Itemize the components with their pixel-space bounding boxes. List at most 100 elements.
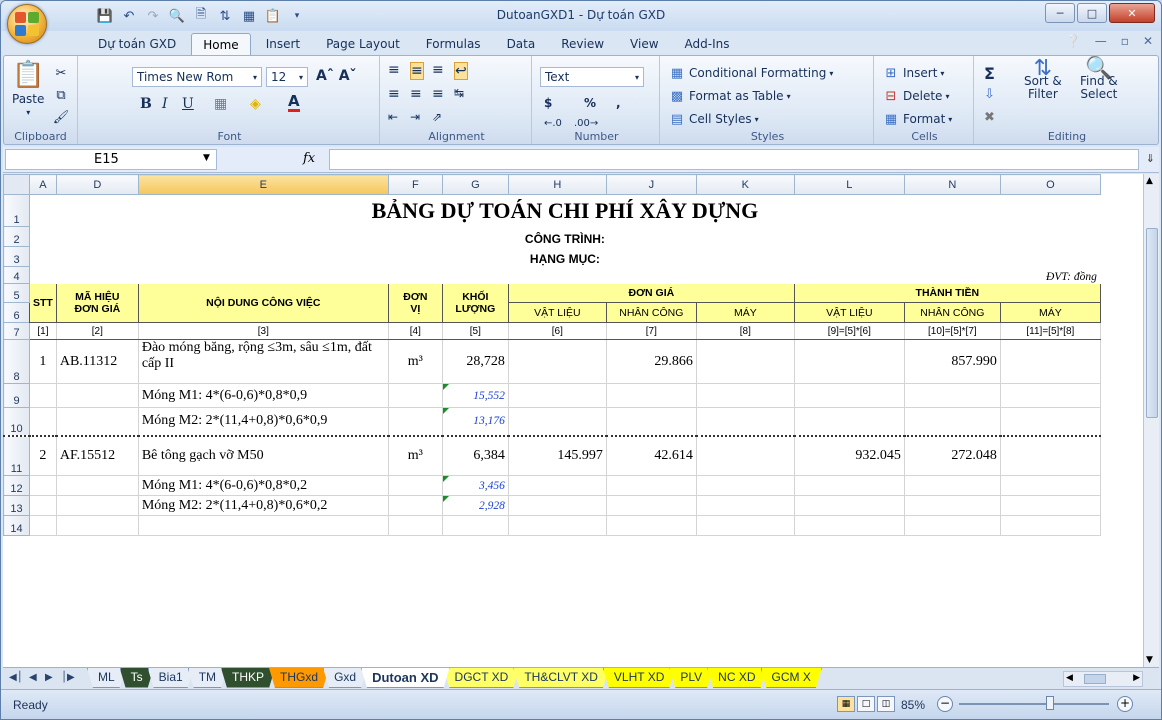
sort-filter-button[interactable]: ⇅ Sort & Filter bbox=[1024, 58, 1062, 101]
cell-dg-vat-lieu[interactable] bbox=[507, 339, 607, 384]
col-header-e[interactable]: E bbox=[137, 174, 389, 195]
ref-cell[interactable]: [7] bbox=[605, 322, 697, 340]
col-header-j[interactable]: J bbox=[605, 174, 697, 195]
row-header[interactable]: 8 bbox=[3, 339, 30, 384]
cell-tt-nhan-cong[interactable]: 272.048 bbox=[903, 435, 1001, 476]
cell-ma-hieu[interactable] bbox=[55, 407, 139, 436]
comma-button[interactable]: , bbox=[616, 96, 621, 110]
cell-stt[interactable] bbox=[29, 407, 57, 436]
tab-data[interactable]: Data bbox=[496, 33, 547, 55]
sheet-title[interactable]: BẢNG DỰ TOÁN CHI PHÍ XÂY DỰNG bbox=[29, 194, 1101, 227]
align-left-icon[interactable]: ≡ bbox=[388, 86, 400, 102]
align-top-icon[interactable]: ≡ bbox=[388, 62, 400, 78]
cell-empty[interactable] bbox=[793, 383, 905, 408]
cell-empty[interactable] bbox=[999, 515, 1101, 536]
header-dg-may[interactable]: MÁY bbox=[695, 302, 795, 323]
scroll-up-icon[interactable]: ▲ bbox=[1146, 176, 1153, 186]
font-size-select[interactable]: 12 ▾ bbox=[266, 67, 308, 87]
cell-empty[interactable] bbox=[695, 383, 795, 408]
cell-noi-dung[interactable]: Móng M2: 2*(11,4+0,8)*0,6*0,9 bbox=[137, 407, 389, 436]
name-box-dropdown-icon[interactable]: ▼ bbox=[203, 153, 210, 163]
row-header[interactable]: 12 bbox=[3, 475, 30, 496]
header-dg-nhan-cong[interactable]: NHÂN CÔNG bbox=[605, 302, 697, 323]
cell-empty[interactable] bbox=[999, 383, 1101, 408]
last-sheet-icon[interactable]: │▶ bbox=[61, 672, 75, 683]
prev-sheet-icon[interactable]: ◀ bbox=[29, 672, 37, 683]
cell-tt-may[interactable] bbox=[999, 339, 1101, 384]
row-header[interactable]: 10 bbox=[3, 407, 30, 436]
cell-don-vi[interactable] bbox=[387, 407, 443, 436]
tab-du-toan-gxd[interactable]: Dự toán GXD bbox=[87, 33, 187, 55]
cell-tt-vat-lieu[interactable]: 932.045 bbox=[793, 435, 905, 476]
header-stt[interactable]: STT bbox=[29, 283, 57, 323]
header-don-vi[interactable]: ĐƠN VỊ bbox=[387, 283, 443, 323]
fill-icon[interactable]: ⇩ bbox=[984, 87, 995, 102]
cell-stt[interactable] bbox=[29, 475, 57, 496]
maximize-button[interactable]: □ bbox=[1077, 3, 1107, 23]
cell-dg-nhan-cong[interactable]: 29.866 bbox=[605, 339, 697, 384]
header-don-gia[interactable]: ĐƠN GIÁ bbox=[507, 283, 795, 303]
cell-khoi-luong[interactable]: 28,728 bbox=[441, 339, 509, 384]
doc-close-icon[interactable]: ✕ bbox=[1143, 34, 1153, 48]
cell-tt-nhan-cong[interactable]: 857.990 bbox=[903, 339, 1001, 384]
row-header[interactable]: 13 bbox=[3, 495, 30, 516]
underline-icon[interactable]: U bbox=[182, 96, 194, 112]
cell-noi-dung[interactable]: Móng M1: 4*(6-0,6)*0,8*0,2 bbox=[137, 475, 389, 496]
col-header-h[interactable]: H bbox=[507, 174, 607, 195]
row-header[interactable]: 2 bbox=[3, 226, 30, 247]
cell-empty[interactable] bbox=[137, 515, 389, 536]
sheet-tab-bia1[interactable]: Bia1 bbox=[148, 668, 194, 688]
col-header-n[interactable]: N bbox=[903, 174, 1001, 195]
font-color-icon[interactable]: A bbox=[288, 94, 300, 112]
header-tt-nhan-cong[interactable]: NHÂN CÔNG bbox=[903, 302, 1001, 323]
cell-stt[interactable] bbox=[29, 383, 57, 408]
cell-empty[interactable] bbox=[793, 495, 905, 516]
grow-font-icon[interactable]: Aˆ Aˇ bbox=[316, 68, 357, 84]
align-center-icon[interactable]: ≡ bbox=[410, 86, 422, 102]
help-icon[interactable]: ❔ bbox=[1066, 34, 1081, 48]
cell-khoi-luong[interactable]: 6,384 bbox=[441, 435, 509, 476]
cell-empty[interactable] bbox=[903, 407, 1001, 436]
cell-empty[interactable] bbox=[507, 475, 607, 496]
header-noi-dung[interactable]: NỘI DUNG CÔNG VIỆC bbox=[137, 283, 389, 323]
cell-empty[interactable] bbox=[903, 475, 1001, 496]
zoom-in-icon[interactable]: + bbox=[1117, 696, 1133, 712]
cell-empty[interactable] bbox=[793, 475, 905, 496]
col-header-d[interactable]: D bbox=[55, 174, 139, 195]
header-dg-vat-lieu[interactable]: VẬT LIỆU bbox=[507, 302, 607, 323]
cell-dg-nhan-cong[interactable]: 42.614 bbox=[605, 435, 697, 476]
cell-don-vi[interactable] bbox=[387, 383, 443, 408]
normal-view-icon[interactable]: ▦ bbox=[837, 696, 855, 712]
header-khoi-luong[interactable]: KHỐI LƯỢNG bbox=[441, 283, 509, 323]
cell-khoi-luong[interactable]: 13,176 bbox=[441, 407, 509, 436]
page-break-view-icon[interactable]: ◫ bbox=[877, 696, 895, 712]
insert-function-icon[interactable]: fx bbox=[303, 151, 315, 166]
scroll-right-icon[interactable]: ▶ bbox=[1133, 673, 1140, 683]
col-header-g[interactable]: G bbox=[441, 174, 509, 195]
select-all-corner[interactable] bbox=[3, 174, 30, 195]
cell-empty[interactable] bbox=[903, 383, 1001, 408]
align-middle-icon[interactable]: ≡ bbox=[410, 62, 424, 80]
decrease-decimal-icon[interactable]: .00→ bbox=[574, 118, 598, 129]
sheet-tab-th-clvt-xd[interactable]: TH&CLVT XD bbox=[513, 668, 609, 688]
ref-cell[interactable]: [4] bbox=[387, 322, 443, 340]
cell-stt[interactable]: 2 bbox=[29, 435, 57, 476]
col-header-k[interactable]: K bbox=[695, 174, 795, 195]
header-ma-hieu[interactable]: MÃ HIỆU ĐƠN GIÁ bbox=[55, 283, 139, 323]
cong-trinh-label[interactable]: CÔNG TRÌNH: bbox=[29, 226, 1101, 247]
copy-icon[interactable]: ⧉ bbox=[52, 86, 70, 104]
sheet-tab-ml[interactable]: ML bbox=[87, 668, 126, 688]
cell-ma-hieu[interactable] bbox=[55, 495, 139, 516]
cell-noi-dung[interactable]: Móng M1: 4*(6-0,6)*0,8*0,9 bbox=[137, 383, 389, 408]
sheet-tab-thgxd[interactable]: THGxd bbox=[269, 668, 329, 688]
ref-cell[interactable]: [10]=[5]*[7] bbox=[903, 322, 1001, 340]
cell-empty[interactable] bbox=[605, 383, 697, 408]
scroll-left-icon[interactable]: ◀ bbox=[1066, 673, 1073, 683]
zoom-slider[interactable] bbox=[959, 703, 1109, 705]
tab-view[interactable]: View bbox=[619, 33, 669, 55]
row-header[interactable]: 14 bbox=[3, 515, 30, 536]
cell-don-vi[interactable] bbox=[387, 475, 443, 496]
cell-empty[interactable] bbox=[903, 515, 1001, 536]
increase-decimal-icon[interactable]: ←.0 bbox=[544, 118, 562, 129]
currency-button[interactable]: $ bbox=[544, 96, 552, 110]
